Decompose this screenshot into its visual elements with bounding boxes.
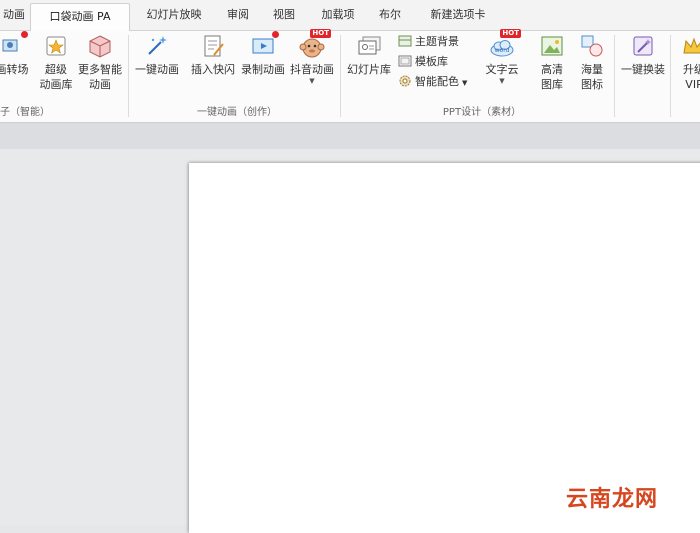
tab-new-tab[interactable]: 新建选项卡 <box>420 0 496 30</box>
record-animation-button[interactable]: 录制动画 <box>240 31 286 77</box>
image-icon <box>539 33 565 59</box>
tab-review[interactable]: 审阅 <box>218 0 258 30</box>
cube-icon <box>87 33 113 59</box>
tab-view[interactable]: 视图 <box>266 0 302 30</box>
group-divider <box>340 35 341 117</box>
more-smart-animation-button[interactable]: 更多智能 动画 <box>76 33 124 92</box>
theme-background-button[interactable]: 主题背景 <box>398 33 459 51</box>
smart-color-button[interactable]: 智能配色 ▼ <box>398 73 467 91</box>
hd-gallery-button[interactable]: 高清 图库 <box>534 33 570 92</box>
word-cloud-button[interactable]: word HOT 文字云 ▼ <box>478 29 526 85</box>
monkey-face-icon: HOT <box>299 29 331 59</box>
slide-library-button[interactable]: 幻灯片库 <box>344 33 394 77</box>
star-lib-icon <box>43 33 69 59</box>
upgrade-vip-button[interactable]: 升级 VIP <box>676 33 700 92</box>
transition-button[interactable]: 画转场 <box>0 31 30 77</box>
document-edit-icon <box>200 33 226 59</box>
gear-icon <box>398 74 412 88</box>
dropdown-arrow-icon[interactable]: ▼ <box>478 77 526 85</box>
icon-library-button[interactable]: 海量 图标 <box>574 33 610 92</box>
crown-icon <box>681 33 700 59</box>
svg-text:word: word <box>495 47 510 54</box>
ribbon-panel: 画转场 超级 动画库 更多智能 动画 子（智能） 一键动画 插入快闪 录制动画 <box>0 29 700 123</box>
tab-pocket-animation[interactable]: 口袋动画 PA <box>30 3 130 32</box>
group-label-ppt-design: PPT设计（素材） <box>442 107 522 118</box>
shapes-icon <box>579 33 605 59</box>
super-animation-lib-button[interactable]: 超级 动画库 <box>38 33 74 92</box>
tab-boolean[interactable]: 布尔 <box>372 0 408 30</box>
dropdown-arrow-icon[interactable]: ▼ <box>289 77 335 85</box>
group-divider <box>614 35 615 117</box>
ruler-band <box>0 123 700 149</box>
group-divider <box>670 35 671 117</box>
group-divider <box>128 35 129 117</box>
magic-wand-icon <box>630 33 656 59</box>
theme-bg-icon <box>398 34 412 48</box>
ribbon-tab-bar: 动画 口袋动画 PA 幻灯片放映 审阅 视图 加载项 布尔 新建选项卡 <box>0 0 700 32</box>
insert-flash-button[interactable]: 插入快闪 <box>190 33 236 77</box>
template-icon <box>398 54 412 68</box>
transition-icon <box>0 31 28 59</box>
magic-sparkle-icon <box>144 33 170 59</box>
tab-animation[interactable]: 动画 <box>0 0 28 30</box>
one-click-swap-button[interactable]: 一键换装 <box>618 33 668 77</box>
group-label-smart: 子（智能） <box>0 107 50 118</box>
record-screen-icon <box>250 31 279 59</box>
douyin-animation-button[interactable]: HOT 抖音动画 ▼ <box>289 29 335 85</box>
dropdown-arrow-icon[interactable]: ▼ <box>462 79 467 87</box>
cloud-icon: word HOT <box>489 29 521 59</box>
template-library-button[interactable]: 模板库 <box>398 53 448 71</box>
slide-canvas[interactable] <box>189 163 700 533</box>
one-click-animation-button[interactable]: 一键动画 <box>134 33 180 77</box>
slides-stack-icon <box>356 33 382 59</box>
group-label-create: 一键动画（创作） <box>197 107 277 118</box>
watermark-text: 云南龙网 <box>566 486 659 512</box>
tab-slideshow[interactable]: 幻灯片放映 <box>136 0 212 30</box>
tab-addins[interactable]: 加载项 <box>313 0 363 30</box>
